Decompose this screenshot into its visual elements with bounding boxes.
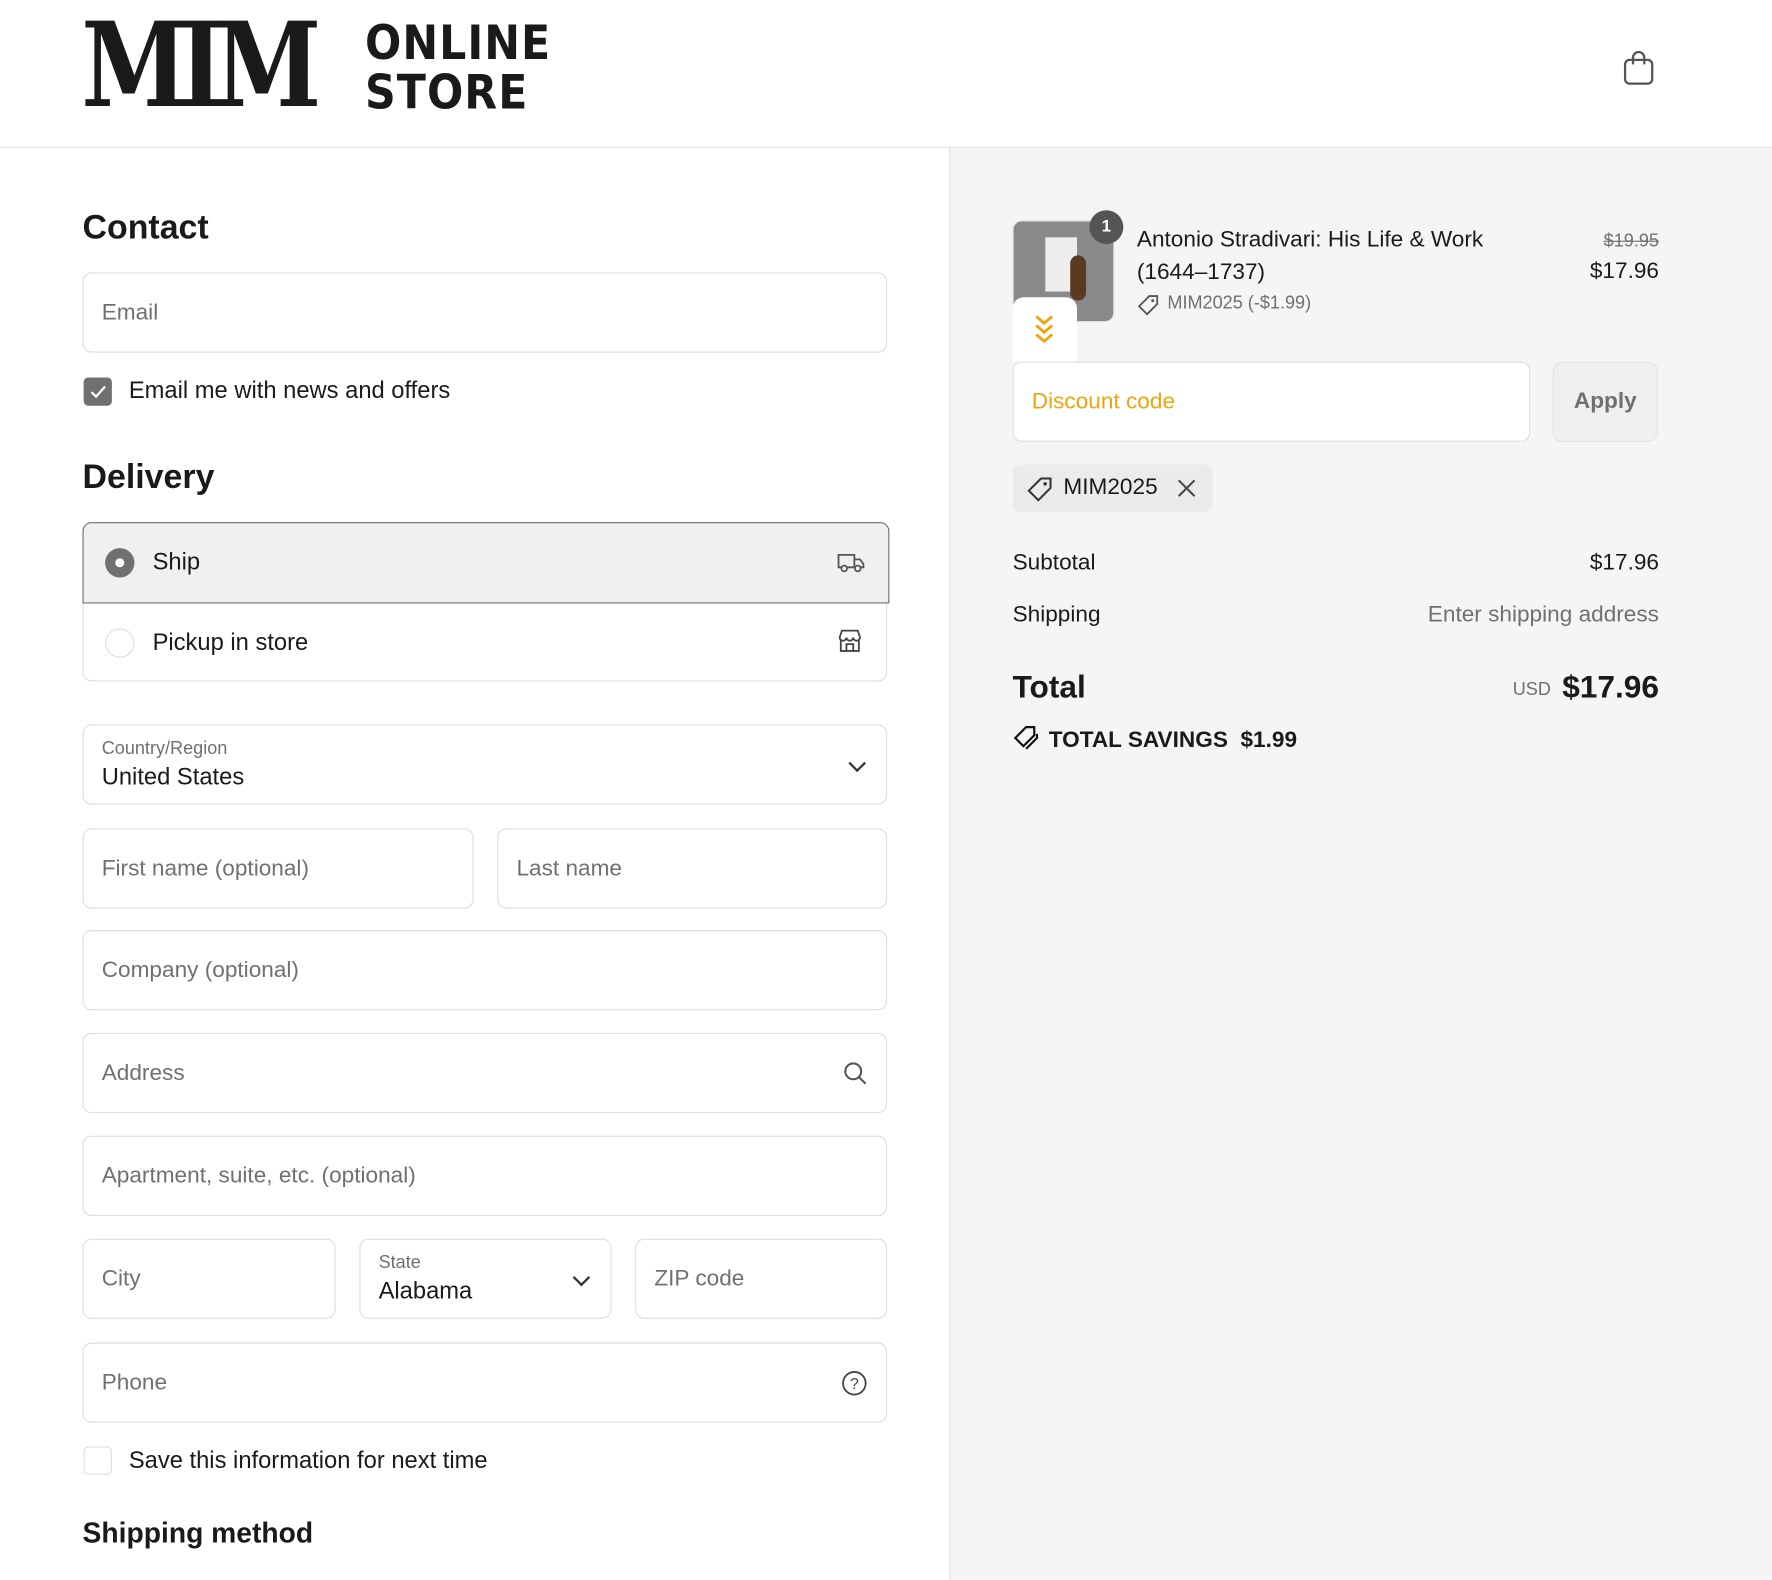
company-placeholder: Company (optional) <box>101 957 299 983</box>
newsletter-label: Email me with news and offers <box>128 377 451 404</box>
store-icon <box>838 629 861 652</box>
logo-text-online: ONLINE <box>365 14 552 71</box>
last-name-placeholder: Last name <box>516 855 622 881</box>
delivery-options: Ship Pickup in store <box>82 522 890 682</box>
total-row: Total $17.96 USD <box>1013 669 1659 705</box>
product-price: $17.96 <box>1589 258 1659 284</box>
state-select[interactable]: State Alabama <box>359 1238 612 1319</box>
pickup-radio[interactable] <box>105 628 135 658</box>
save-info-label: Save this information for next time <box>128 1447 488 1474</box>
applied-code-chip: MIM2025 <box>1012 464 1213 512</box>
chevron-down-icon <box>572 1268 591 1287</box>
apply-button[interactable]: Apply <box>1552 361 1658 442</box>
discount-placeholder: Discount code <box>1031 388 1176 414</box>
product-title-line2: (1644–1737) <box>1136 259 1266 285</box>
pickup-label: Pickup in store <box>152 629 309 656</box>
tag-icon <box>1137 295 1159 316</box>
zip-placeholder: ZIP code <box>654 1265 745 1291</box>
shipping-value: Enter shipping address <box>1427 602 1659 628</box>
savings-label: TOTAL SAVINGS <box>1048 727 1228 753</box>
logo-mark[interactable]: MIM <box>81 6 321 125</box>
applied-code: MIM2025 <box>1063 474 1158 500</box>
city-placeholder: City <box>101 1265 141 1291</box>
search-icon <box>844 1062 867 1085</box>
checkmark-icon <box>90 385 106 399</box>
close-icon[interactable] <box>1177 479 1196 497</box>
first-name-placeholder: First name (optional) <box>101 855 309 881</box>
tags-icon <box>1013 726 1039 750</box>
checkout-form: Contact Email Email me with news and off… <box>0 148 950 1580</box>
product-discount: MIM2025 (-$1.99) <box>1167 293 1312 314</box>
total-label: Total <box>1012 669 1086 705</box>
shipping-method-heading: Shipping method <box>82 1517 314 1550</box>
email-field[interactable]: Email <box>82 272 888 353</box>
svg-text:?: ? <box>850 1376 859 1393</box>
shipping-row: Shipping Enter shipping address <box>1013 602 1659 628</box>
state-value: Alabama <box>378 1278 473 1305</box>
save-info-checkbox[interactable] <box>83 1446 112 1475</box>
country-value: United States <box>101 763 245 790</box>
shipping-label: Shipping <box>1012 602 1101 628</box>
expand-tab[interactable] <box>1012 297 1077 362</box>
discount-code-input[interactable]: Discount code <box>1012 361 1531 442</box>
site-header: MIM ONLINE STORE <box>0 0 1772 149</box>
original-price: $19.95 <box>1603 231 1659 251</box>
phone-placeholder: Phone <box>101 1369 168 1395</box>
email-placeholder: Email <box>101 299 159 325</box>
city-field[interactable]: City <box>82 1238 336 1319</box>
country-label: Country/Region <box>101 739 228 759</box>
product-title-line1: Antonio Stradivari: His Life & Work <box>1136 227 1484 253</box>
subtotal-row: Subtotal $17.96 <box>1013 550 1659 576</box>
address-placeholder: Address <box>101 1060 185 1085</box>
address-field[interactable]: Address <box>82 1032 888 1114</box>
truck-icon <box>837 553 865 573</box>
cart-button[interactable] <box>1623 50 1655 92</box>
subtotal-label: Subtotal <box>1012 550 1096 576</box>
shopping-bag-icon <box>1623 50 1654 85</box>
last-name-field[interactable]: Last name <box>497 828 888 909</box>
subtotal-value: $17.96 <box>1589 550 1659 576</box>
total-savings: TOTAL SAVINGS $1.99 <box>1013 724 1297 753</box>
logo-text-store: STORE <box>365 64 529 120</box>
first-name-field[interactable]: First name (optional) <box>82 828 474 909</box>
apartment-field[interactable]: Apartment, suite, etc. (optional) <box>82 1135 888 1216</box>
contact-heading: Contact <box>82 209 209 247</box>
savings-value: $1.99 <box>1240 727 1298 753</box>
country-select[interactable]: Country/Region United States <box>82 724 888 805</box>
state-label: State <box>378 1253 421 1273</box>
delivery-heading: Delivery <box>82 458 215 497</box>
total-value: $17.96 <box>1562 669 1659 705</box>
help-icon[interactable]: ? <box>841 1370 868 1397</box>
chevron-down-icon <box>848 754 866 773</box>
currency: USD <box>1512 680 1551 700</box>
quantity-badge: 1 <box>1089 210 1124 245</box>
tag-icon <box>1027 477 1052 502</box>
delivery-option-pickup[interactable]: Pickup in store <box>84 603 886 681</box>
newsletter-checkbox[interactable] <box>83 377 112 406</box>
apartment-placeholder: Apartment, suite, etc. (optional) <box>101 1162 416 1188</box>
phone-field[interactable]: Phone ? <box>82 1342 888 1423</box>
company-field[interactable]: Company (optional) <box>82 930 888 1011</box>
ship-radio[interactable] <box>105 548 135 578</box>
order-summary: 1 Antonio Stradivari: His Life & Work (1… <box>949 148 1772 1580</box>
ship-label: Ship <box>152 549 201 576</box>
zip-field[interactable]: ZIP code <box>635 1238 888 1319</box>
delivery-option-ship[interactable]: Ship <box>82 522 890 604</box>
double-chevron-down-icon <box>1035 315 1054 344</box>
